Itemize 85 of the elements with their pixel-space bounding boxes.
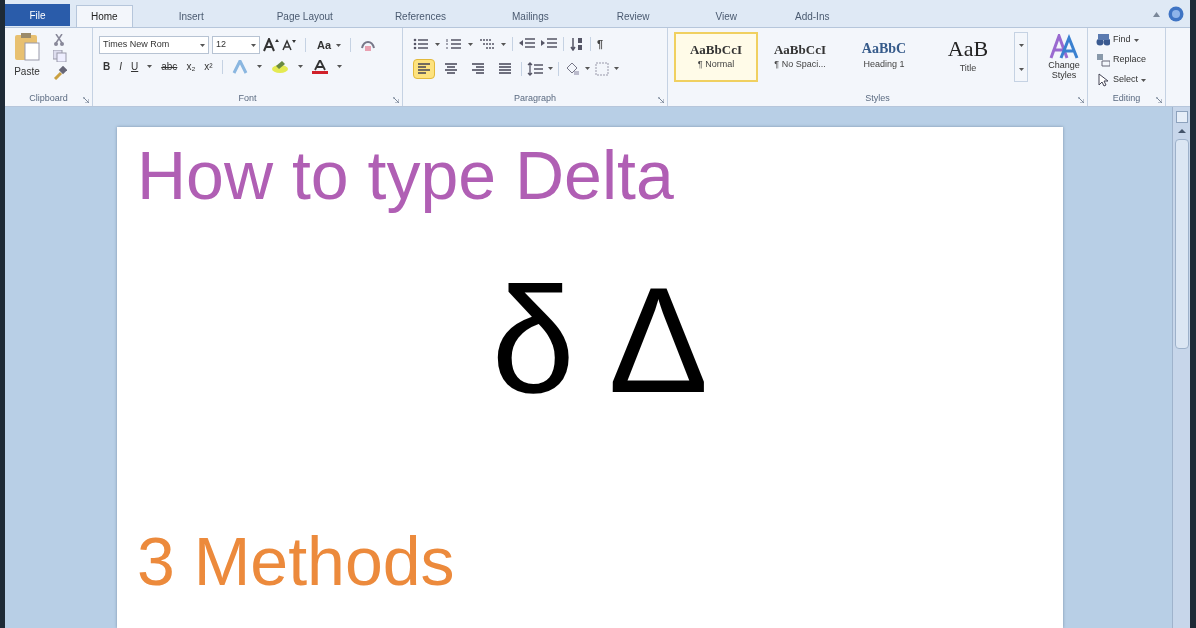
style-gallery-item[interactable]: AaBbCcI ¶ Normal: [674, 32, 758, 82]
ribbon-tab[interactable]: Add-Ins: [781, 5, 844, 27]
highlighter-icon[interactable]: [270, 59, 289, 74]
dialog-launcher-icon[interactable]: [393, 97, 399, 103]
font-name-field[interactable]: Times New Rom: [99, 36, 209, 54]
gallery-scroll-control[interactable]: [1014, 32, 1028, 82]
caret-icon[interactable]: [336, 43, 342, 47]
decrease-indent-icon[interactable]: [519, 38, 535, 51]
style-gallery-item[interactable]: AaBbC Heading 1: [842, 32, 926, 82]
multilevel-list-icon[interactable]: [479, 38, 495, 51]
caret-icon[interactable]: [297, 65, 303, 68]
ribbon-tab[interactable]: View: [701, 5, 751, 27]
style-gallery-item[interactable]: AaB Title: [926, 32, 1010, 82]
caret-icon[interactable]: [501, 42, 506, 46]
vertical-scrollbar[interactable]: [1172, 107, 1190, 628]
clipboard-icon: [13, 32, 41, 62]
caret-icon[interactable]: [256, 65, 262, 68]
scissors-icon[interactable]: [53, 34, 65, 46]
increase-indent-icon[interactable]: [541, 38, 557, 51]
group-label: Font: [238, 92, 257, 106]
dialog-launcher-icon[interactable]: [1156, 97, 1162, 103]
align-right-icon: [470, 61, 486, 76]
group-label: Editing: [1112, 92, 1141, 106]
collapse-ribbon-icon[interactable]: [1153, 11, 1160, 17]
shading-icon[interactable]: [564, 61, 580, 76]
delta-symbols: δ Δ: [490, 255, 709, 425]
show-formatting-button[interactable]: ¶: [597, 36, 604, 53]
caret-icon: [251, 43, 256, 47]
ribbon-tab[interactable]: References: [380, 5, 460, 27]
document-heading: How to type Delta: [137, 136, 674, 215]
change-case-button[interactable]: Aa: [315, 36, 334, 54]
caret-icon[interactable]: [614, 67, 619, 70]
caret-icon[interactable]: [435, 42, 440, 46]
sort-icon[interactable]: [570, 37, 584, 52]
ribbon-tab[interactable]: Mailings: [498, 5, 563, 27]
group-label: Paragraph: [514, 92, 556, 106]
format-button[interactable]: x²: [204, 59, 213, 74]
caret-icon: [200, 43, 205, 47]
caret-icon[interactable]: [147, 65, 153, 68]
caret-icon[interactable]: [548, 67, 553, 70]
clear-formatting-icon[interactable]: [360, 38, 377, 52]
caret-icon: [1018, 43, 1024, 47]
ribbon-tab[interactable]: Home: [76, 5, 133, 27]
dialog-launcher-icon[interactable]: [1078, 97, 1084, 103]
caret-icon: [1018, 67, 1024, 71]
format-button[interactable]: abc: [161, 59, 178, 74]
file-tab[interactable]: File: [5, 4, 70, 26]
editing-button[interactable]: Select: [1096, 72, 1147, 88]
style-gallery-item[interactable]: AaBbCcI ¶ No Spaci...: [758, 32, 842, 82]
align-justify-icon: [497, 61, 513, 76]
dialog-launcher-icon[interactable]: [83, 97, 89, 103]
letters-icon: [1049, 34, 1079, 60]
font-color-icon[interactable]: [311, 59, 328, 74]
editing-button[interactable]: Replace: [1096, 52, 1147, 68]
editing-button[interactable]: Find: [1096, 32, 1147, 48]
format-button[interactable]: U: [131, 59, 139, 74]
ribbon-tab[interactable]: Insert: [164, 5, 218, 27]
format-button[interactable]: I: [119, 59, 122, 74]
change-styles-button[interactable]: Change Styles: [1038, 32, 1090, 92]
bullets-icon[interactable]: [413, 38, 429, 51]
grow-font-icon[interactable]: [263, 38, 279, 52]
ribbon-tab[interactable]: Page Layout: [262, 5, 347, 27]
caret-icon[interactable]: [468, 42, 473, 46]
document-subheading: 3 Methods: [137, 522, 455, 601]
group-label: Styles: [865, 92, 890, 106]
paste-button[interactable]: Paste: [5, 28, 49, 92]
cursor-icon: [1096, 73, 1110, 87]
replace-icon: [1096, 53, 1110, 67]
align-center-icon: [443, 61, 459, 76]
ribbon-tab[interactable]: Review: [602, 5, 664, 27]
brush-icon[interactable]: [53, 66, 67, 80]
format-button[interactable]: x₂: [186, 59, 196, 74]
caret-icon[interactable]: [336, 65, 342, 68]
font-size-field[interactable]: 12: [212, 36, 260, 54]
line-spacing-icon[interactable]: [527, 61, 543, 76]
help-icon[interactable]: [1168, 6, 1184, 22]
caret-icon[interactable]: [585, 67, 590, 70]
shrink-font-icon[interactable]: [282, 39, 296, 51]
group-label: Clipboard: [29, 92, 68, 106]
align-left-icon: [416, 61, 432, 76]
numbering-icon[interactable]: [446, 38, 462, 51]
binoculars-icon: [1096, 33, 1110, 47]
format-button[interactable]: B: [103, 59, 111, 74]
align-left-button[interactable]: [413, 58, 435, 79]
dialog-launcher-icon[interactable]: [658, 97, 664, 103]
